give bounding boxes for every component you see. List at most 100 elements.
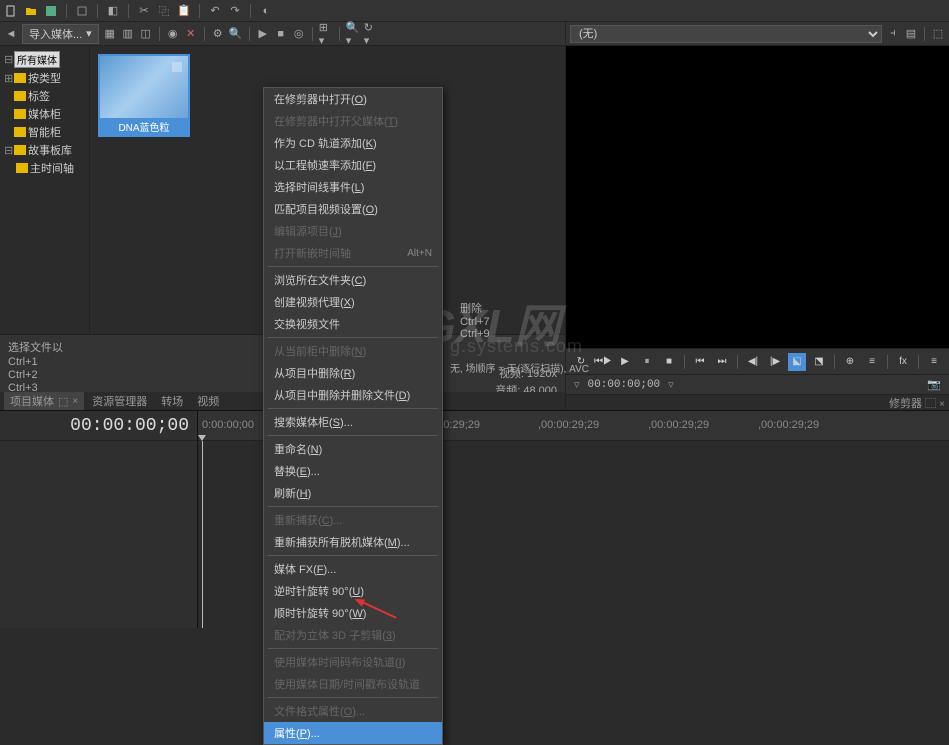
menu-item[interactable]: 以工程帧速率添加(F): [264, 154, 442, 176]
mark-out-icon[interactable]: ⬔: [810, 353, 828, 371]
play-from-start-icon[interactable]: ⏮▶: [594, 353, 612, 371]
help-icon[interactable]: ◐: [259, 4, 273, 18]
search-icon[interactable]: 🔍: [229, 27, 243, 41]
paste-icon[interactable]: 📋: [177, 4, 191, 18]
menu-item[interactable]: 搜索媒体柜(S)...: [264, 411, 442, 433]
mark-in-icon[interactable]: ⬕: [788, 353, 806, 371]
split-icon[interactable]: ⫞: [886, 27, 900, 41]
list-icon[interactable]: ≡: [863, 353, 881, 371]
menu-item[interactable]: 创建视频代理(X): [264, 291, 442, 313]
separator: [128, 4, 129, 18]
tool-icon[interactable]: ▥: [121, 27, 135, 41]
media-thumbnail[interactable]: DNA蓝色粒: [98, 54, 190, 137]
tab-transitions[interactable]: 转场: [155, 392, 189, 410]
go-end-icon[interactable]: ⏭: [713, 353, 731, 371]
preview-source-select[interactable]: (无): [570, 25, 882, 43]
menu-item: 重新捕获(C)...: [264, 509, 442, 531]
view-icon[interactable]: ⊞ ▾: [319, 27, 333, 41]
open-icon[interactable]: [24, 4, 38, 18]
tab-trimmer[interactable]: 修剪器 ⬚ ×: [889, 395, 945, 411]
play-icon[interactable]: ▶: [616, 353, 634, 371]
new-icon[interactable]: [4, 4, 18, 18]
ruler-mark: ,00:00:29;29: [538, 419, 599, 431]
play-icon[interactable]: ▶: [256, 27, 270, 41]
menu-item[interactable]: 重新捕获所有脱机媒体(M)...: [264, 531, 442, 553]
menu-item[interactable]: 替换(E)...: [264, 460, 442, 482]
info-text: [495, 339, 557, 351]
separator: [684, 355, 685, 369]
menu-item[interactable]: 在修剪器中打开(O): [264, 88, 442, 110]
tree-item[interactable]: 智能柜: [2, 123, 87, 141]
tool-icon[interactable]: ◫: [139, 27, 153, 41]
next-frame-icon[interactable]: |▶: [766, 353, 784, 371]
tab-video[interactable]: 视频: [191, 392, 225, 410]
snapshot-icon[interactable]: 📷: [927, 378, 941, 391]
close-icon[interactable]: ×: [72, 396, 78, 407]
tab-project-media[interactable]: 项目媒体 ⬚ ×: [4, 392, 84, 410]
tree-item[interactable]: ⊟故事板库: [2, 141, 87, 159]
menu-item: 配对为立体 3D 子剪辑(3): [264, 624, 442, 646]
timecode-display[interactable]: 00:00:00;00: [588, 379, 661, 391]
menu-item[interactable]: 从项目中删除并删除文件(D): [264, 384, 442, 406]
more-icon[interactable]: ≡: [925, 353, 943, 371]
menu-item[interactable]: 属性(P)...: [264, 722, 442, 744]
copy-icon[interactable]: ⿻: [157, 4, 171, 18]
tree-item[interactable]: 标签: [2, 87, 87, 105]
video-preview[interactable]: [566, 46, 949, 348]
render-icon[interactable]: [75, 4, 89, 18]
zoom-icon[interactable]: 🔍 ▾: [346, 27, 360, 41]
close-icon[interactable]: ✕: [184, 27, 198, 41]
transport-controls: ↻ ⏮▶ ▶ ⏸ ■ ⏮ ⏭ ◀| |▶ ⬕ ⬔ ⊕ ≡ fx ≡: [566, 348, 949, 374]
undo-icon[interactable]: ↶: [208, 4, 222, 18]
separator: [250, 4, 251, 18]
pin-icon[interactable]: ⬚: [925, 398, 936, 410]
tool-icon[interactable]: ◉: [166, 27, 180, 41]
timeline-panel: 00:00:00;00 0:00:00;00 0:00:29;29 ,00:00…: [0, 410, 949, 628]
layout-icon[interactable]: ▤: [904, 27, 918, 41]
tree-item[interactable]: 主时间轴: [2, 159, 87, 177]
menu-item[interactable]: 浏览所在文件夹(C): [264, 269, 442, 291]
tree-item[interactable]: 媒体柜: [2, 105, 87, 123]
menu-item[interactable]: 顺时针旋转 90°(W): [264, 602, 442, 624]
gear-icon[interactable]: ⚙: [211, 27, 225, 41]
tool-icon[interactable]: ↻ ▾: [364, 27, 378, 41]
menu-item[interactable]: 刷新(H): [264, 482, 442, 504]
marker-icon[interactable]: ▿: [668, 378, 674, 391]
go-start-icon[interactable]: ⏮: [691, 353, 709, 371]
tree-root[interactable]: ⊟所有媒体: [2, 50, 87, 69]
menu-item[interactable]: 重命名(N): [264, 438, 442, 460]
save-icon[interactable]: [44, 4, 58, 18]
fx-icon[interactable]: fx: [894, 353, 912, 371]
menu-item[interactable]: 从项目中删除(R): [264, 362, 442, 384]
marker-icon[interactable]: ▿: [574, 378, 580, 391]
back-icon[interactable]: ◄: [4, 27, 18, 41]
external-icon[interactable]: ⬚: [931, 27, 945, 41]
menu-item[interactable]: 交换视频文件: [264, 313, 442, 335]
prev-frame-icon[interactable]: ◀|: [744, 353, 762, 371]
redo-icon[interactable]: ↷: [228, 4, 242, 18]
tree-item[interactable]: ⊞按类型: [2, 69, 87, 87]
tab-explorer[interactable]: 资源管理器: [86, 392, 153, 410]
pin-icon[interactable]: ⬚: [58, 395, 68, 408]
stop-icon[interactable]: ■: [274, 27, 288, 41]
timeline-timecode[interactable]: 00:00:00;00: [0, 411, 197, 441]
stop-icon[interactable]: ■: [660, 353, 678, 371]
ruler-mark: 0:00:00;00: [202, 419, 254, 431]
close-icon[interactable]: ×: [939, 399, 945, 410]
cut-icon[interactable]: ✂: [137, 4, 151, 18]
menu-item[interactable]: 逆时针旋转 90°(U): [264, 580, 442, 602]
pause-icon[interactable]: ⏸: [638, 353, 656, 371]
menu-item[interactable]: 选择时间线事件(L): [264, 176, 442, 198]
menu-item[interactable]: 匹配项目视频设置(O): [264, 198, 442, 220]
dropdown-icon: ▾: [86, 27, 92, 40]
import-media-button[interactable]: 导入媒体... ▾: [22, 24, 99, 44]
menu-item[interactable]: 作为 CD 轨道添加(K): [264, 132, 442, 154]
playhead[interactable]: [202, 441, 203, 628]
tool-icon[interactable]: ▦: [103, 27, 117, 41]
add-icon[interactable]: ⊕: [841, 353, 859, 371]
tool-icon[interactable]: ◎: [292, 27, 306, 41]
menu-separator: [268, 337, 438, 338]
separator: [834, 355, 835, 369]
properties-icon[interactable]: ◧: [106, 4, 120, 18]
menu-item[interactable]: 媒体 FX(F)...: [264, 558, 442, 580]
